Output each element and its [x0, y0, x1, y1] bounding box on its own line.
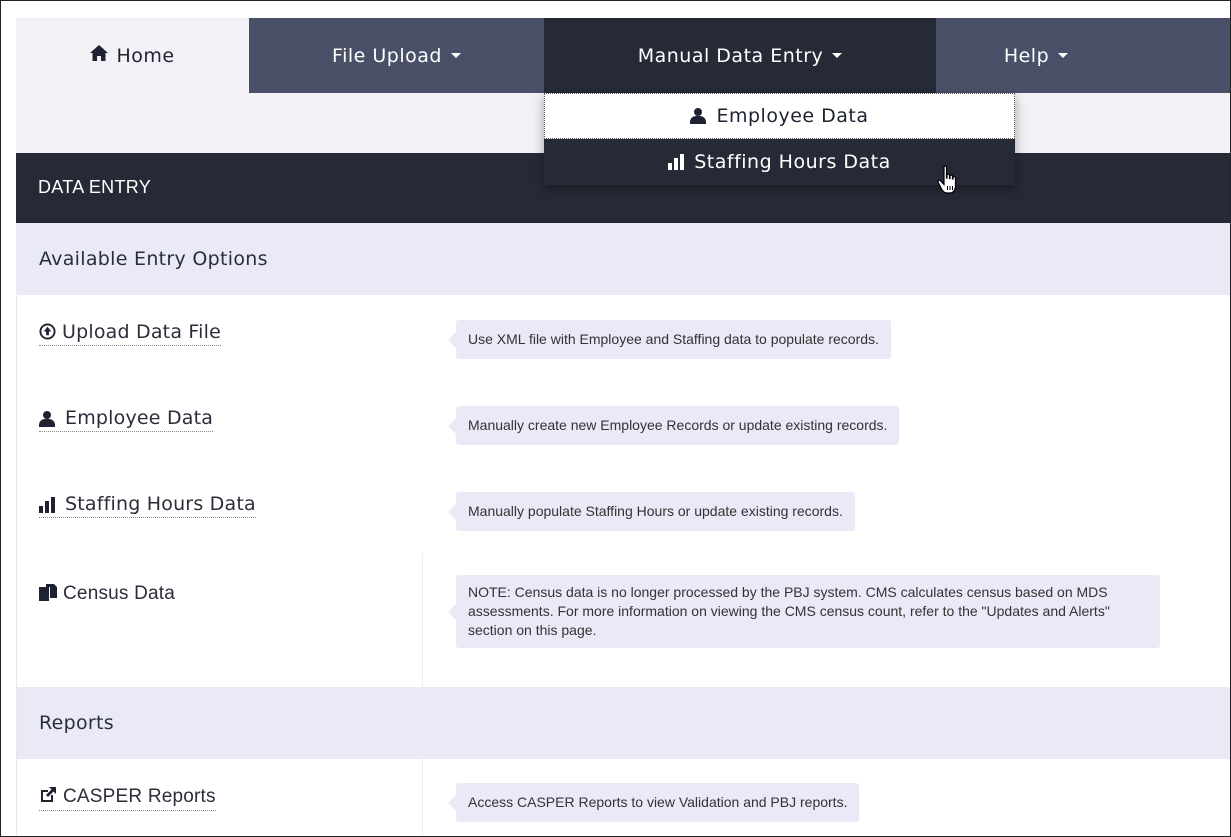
- app-frame: Home File Upload Manual Data Entry Help …: [0, 0, 1231, 837]
- navbar-top-margin: [1, 1, 1230, 18]
- staffing-hours-data-tip-text: Manually populate Staffing Hours or upda…: [468, 503, 843, 519]
- upload-data-file-label: Upload Data File: [62, 321, 222, 343]
- documents-icon: [39, 583, 57, 605]
- hand-pointer-cursor-icon: [936, 165, 962, 201]
- employee-data-tip-text: Manually create new Employee Records or …: [468, 417, 888, 433]
- user-icon: [690, 108, 707, 124]
- home-icon: [90, 45, 109, 66]
- staffing-hours-data-label: Staffing Hours Data: [65, 493, 256, 515]
- staffing-hours-data-link[interactable]: Staffing Hours Data: [39, 493, 256, 518]
- upload-data-file-tip-text: Use XML file with Employee and Staffing …: [468, 331, 879, 347]
- nav-help-label: Help: [1003, 44, 1050, 67]
- section-reports: Reports: [16, 687, 1230, 759]
- section-entry-options: Available Entry Options: [16, 223, 1230, 295]
- census-data-note-text: NOTE: Census data is no longer processed…: [468, 584, 1110, 638]
- left-border: [16, 295, 17, 836]
- section-reports-title: Reports: [39, 712, 114, 734]
- caret-down-icon: [1058, 53, 1069, 58]
- nav-home[interactable]: Home: [16, 18, 249, 93]
- census-data-label-row: Census Data: [39, 583, 175, 607]
- external-edit-icon: [39, 786, 57, 808]
- caret-down-icon: [832, 53, 843, 58]
- employee-data-link[interactable]: Employee Data: [39, 407, 214, 432]
- dropdown-item-employee-data[interactable]: Employee Data: [544, 93, 1015, 139]
- column-divider: [422, 553, 423, 687]
- casper-reports-tip-text: Access CASPER Reports to view Validation…: [468, 794, 848, 810]
- dropdown-staffing-label: Staffing Hours Data: [694, 151, 891, 173]
- navbar-left-margin: [1, 1, 16, 93]
- nav-help[interactable]: Help: [936, 18, 1136, 93]
- caret-down-icon: [450, 53, 461, 58]
- upload-circle-icon: [39, 321, 56, 343]
- upload-data-file-link[interactable]: Upload Data File: [39, 321, 222, 346]
- staffing-hours-data-tip: Manually populate Staffing Hours or upda…: [448, 492, 855, 531]
- casper-reports-label: CASPER Reports: [63, 786, 216, 807]
- nav-manual-data-entry[interactable]: Manual Data Entry: [544, 18, 936, 93]
- nav-home-label: Home: [116, 44, 175, 67]
- casper-reports-tip: Access CASPER Reports to view Validation…: [447, 783, 860, 822]
- nav-manual-data-entry-label: Manual Data Entry: [637, 44, 824, 67]
- dropdown-employee-label: Employee Data: [716, 105, 869, 127]
- census-data-label: Census Data: [63, 583, 176, 604]
- employee-data-tip: Manually create new Employee Records or …: [447, 406, 900, 445]
- bar-chart-icon: [668, 154, 685, 170]
- column-divider: [422, 759, 423, 836]
- section-entry-options-title: Available Entry Options: [39, 248, 268, 270]
- casper-reports-link[interactable]: CASPER Reports: [39, 786, 216, 811]
- user-icon: [39, 410, 55, 427]
- bar-chart-icon: [39, 496, 55, 513]
- employee-data-label: Employee Data: [65, 407, 214, 429]
- upload-data-file-tip: Use XML file with Employee and Staffing …: [448, 320, 891, 359]
- nav-file-upload-label: File Upload: [332, 44, 442, 67]
- nav-file-upload[interactable]: File Upload: [249, 18, 544, 93]
- panel-title: DATA ENTRY: [38, 177, 152, 197]
- census-data-note: NOTE: Census data is no longer processed…: [448, 575, 1160, 648]
